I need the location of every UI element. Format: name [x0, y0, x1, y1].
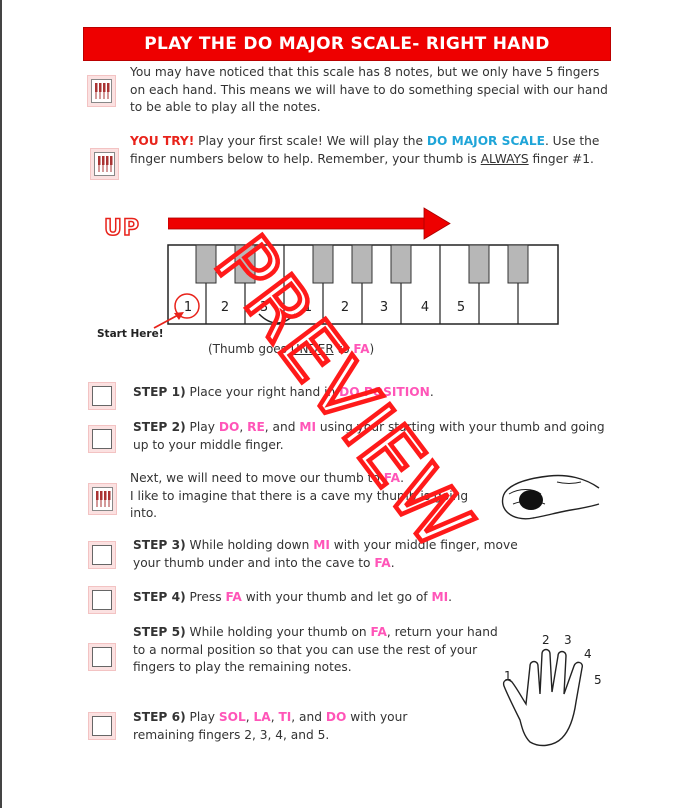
step-2-n3: MI — [299, 420, 317, 434]
you-try-part3: finger #1. — [528, 151, 594, 166]
step-4-n1: FA — [225, 590, 242, 604]
step-6-n3: TI — [278, 710, 292, 724]
caption-mid: to — [333, 342, 354, 356]
you-try-text: YOU TRY! Play your first scale! We will … — [130, 133, 610, 168]
step-2-text: STEP 2) Play DO, RE, and MI using your s… — [133, 419, 613, 454]
finger-number: 3 — [380, 300, 388, 315]
finger-number: 3 — [260, 300, 268, 315]
step-2-n2: RE — [247, 420, 265, 434]
title-banner: PLAY THE DO MAJOR SCALE- RIGHT HAND — [83, 27, 611, 61]
caption-post: ) — [369, 342, 375, 356]
next-text: Next, we will need to move our thumb to … — [130, 470, 490, 523]
step-1-text: STEP 1) Place your right hand in DO POSI… — [133, 384, 603, 402]
next-t2: . — [400, 471, 404, 485]
hand-number: 2 — [542, 633, 550, 647]
intro-text: You may have noticed that this scale has… — [130, 65, 608, 114]
step-5-t1: While holding your thumb on — [185, 625, 371, 639]
step-3-checkbox[interactable] — [92, 545, 112, 565]
open-hand-icon: 1 2 3 4 5 — [502, 633, 602, 747]
step-4-checkbox[interactable] — [92, 590, 112, 610]
finger-number: 5 — [457, 300, 465, 315]
step-2-checkbox[interactable] — [92, 429, 112, 449]
step-6-n2: LA — [253, 710, 271, 724]
step-4-text: STEP 4) Press FA with your thumb and let… — [133, 589, 603, 607]
step-5-label: STEP 5) — [133, 625, 186, 639]
step-1-checkbox[interactable] — [92, 386, 112, 406]
piano-keys-icon — [94, 152, 115, 176]
step-5-n1: FA — [370, 625, 387, 639]
step-1-t2: . — [429, 385, 434, 399]
you-try-label: YOU TRY! — [130, 134, 195, 148]
step-2-t3: , and — [264, 420, 300, 434]
hand-number: 4 — [584, 647, 592, 661]
step-4-label: STEP 4) — [133, 590, 186, 604]
step-6-checkbox[interactable] — [92, 716, 112, 736]
step-6-n1: SOL — [218, 710, 246, 724]
piano-keys-icon — [92, 487, 113, 511]
up-label: UP — [103, 215, 140, 242]
next-t3: I like to imagine that there is a cave m… — [130, 488, 469, 521]
step-1-note: DO POSITION — [339, 385, 430, 399]
finger-number: 2 — [221, 300, 229, 315]
step-2-t2: , — [239, 420, 248, 434]
step-3-label: STEP 3) — [133, 538, 186, 552]
next-fa: FA — [383, 471, 401, 485]
step-4-n2: MI — [431, 590, 449, 604]
step-4-t2: with your thumb and let go of — [241, 590, 432, 604]
step-3-n2: FA — [374, 555, 391, 570]
hand-number: 1 — [504, 669, 512, 683]
step-3-t1: While holding down — [185, 538, 314, 552]
step-3-t3: . — [390, 555, 395, 570]
step-4-t1: Press — [185, 590, 226, 604]
step-1-label: STEP 1) — [133, 385, 186, 399]
hand-cave-icon — [501, 474, 600, 520]
step-5-text: STEP 5) While holding your thumb on FA, … — [133, 624, 498, 677]
step-6-label: STEP 6) — [133, 710, 186, 724]
hand-number: 5 — [594, 673, 602, 687]
always-word: ALWAYS — [480, 151, 529, 166]
finger-number: 1 — [304, 300, 312, 315]
scale-name: DO MAJOR SCALE — [426, 134, 545, 148]
you-try-part1: Play your first scale! We will play the — [194, 134, 427, 148]
piano-keyboard: 1 2 3 1 2 3 4 5 — [167, 244, 559, 325]
finger-number: 4 — [421, 300, 429, 315]
caption-pre: (Thumb goes — [208, 342, 291, 356]
next-t1: Next, we will need to move our thumb to — [130, 471, 384, 485]
step-6-t4: , and — [291, 710, 326, 724]
hand-number: 3 — [564, 633, 572, 647]
step-2-label: STEP 2) — [133, 420, 186, 434]
step-3-n1: MI — [313, 538, 330, 552]
start-here-label: Start Here! — [97, 328, 164, 340]
step-2-t1: Play — [185, 420, 219, 434]
step-6-n4: DO — [325, 710, 347, 724]
step-1-t1: Place your right hand in — [185, 385, 340, 399]
step-6-text: STEP 6) Play SOL, LA, TI, and DO with yo… — [133, 709, 453, 744]
step-3-text: STEP 3) While holding down MI with your … — [133, 537, 533, 572]
step-4-t3: . — [448, 590, 453, 604]
step-6-t1: Play — [185, 710, 219, 724]
piano-keys-icon — [91, 79, 112, 103]
caption-under: UNDER — [290, 342, 334, 356]
step-2-n1: DO — [218, 420, 240, 434]
finger-number: 2 — [341, 300, 349, 315]
black-keys — [195, 244, 529, 284]
caption-fa: FA — [353, 342, 370, 356]
step-5-checkbox[interactable] — [92, 647, 112, 667]
page-title: PLAY THE DO MAJOR SCALE- RIGHT HAND — [144, 34, 550, 54]
thumb-caption: (Thumb goes UNDER to FA) — [208, 342, 374, 356]
right-arrow-icon — [168, 207, 451, 240]
